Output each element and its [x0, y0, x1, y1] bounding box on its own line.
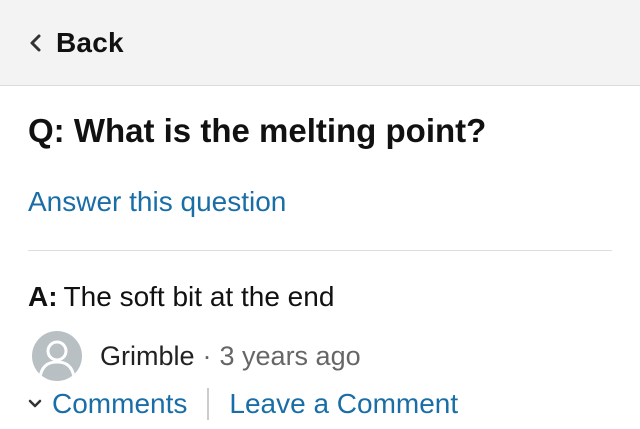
- author-row: Grimble · 3 years ago: [32, 331, 361, 381]
- leave-comment-link[interactable]: Leave a Comment: [229, 388, 458, 420]
- comments-link[interactable]: Comments: [52, 388, 187, 420]
- comments-row: Comments Leave a Comment: [28, 388, 458, 420]
- answer-prefix: A:: [28, 281, 58, 312]
- answer-question-link[interactable]: Answer this question: [28, 186, 286, 218]
- question-title: Q: What is the melting point?: [28, 112, 487, 149]
- chevron-down-icon[interactable]: [28, 398, 42, 410]
- back-button[interactable]: Back: [28, 27, 124, 59]
- avatar[interactable]: [32, 331, 82, 381]
- answer-timestamp: 3 years ago: [219, 340, 361, 371]
- action-separator: [207, 388, 210, 420]
- divider: [28, 250, 612, 251]
- author-name[interactable]: Grimble: [100, 341, 195, 372]
- answer-text-row: A: The soft bit at the end: [28, 281, 334, 313]
- header-bar: Back: [0, 0, 640, 86]
- back-label: Back: [56, 26, 124, 58]
- user-avatar-icon: [38, 340, 76, 378]
- answer-text: The soft bit at the end: [63, 281, 335, 312]
- chevron-left-icon: [30, 34, 41, 51]
- meta-separator: ·: [202, 340, 212, 371]
